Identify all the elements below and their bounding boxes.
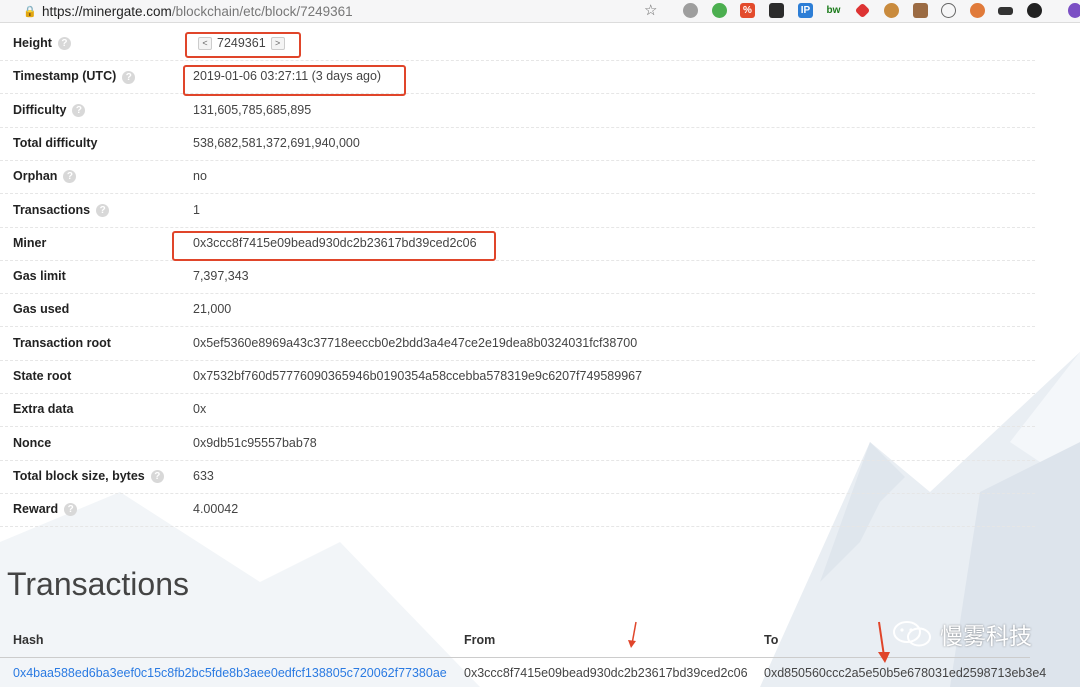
url-text[interactable]: https://minergate.com/blockchain/etc/blo…: [42, 4, 353, 19]
detail-label: Timestamp (UTC)?: [13, 60, 136, 93]
extension-circle-dark-icon[interactable]: [1027, 3, 1042, 18]
help-icon[interactable]: ?: [122, 70, 136, 84]
help-icon[interactable]: ?: [57, 37, 71, 51]
detail-value: 0x9db51c95557bab78: [193, 435, 317, 450]
height-highlight-box: [185, 32, 301, 58]
transactions-title: Transactions: [7, 566, 189, 602]
extension-node-icon[interactable]: [712, 3, 727, 18]
detail-row: Nonce 0x9db51c95557bab78: [0, 427, 1035, 461]
detail-label-text: Height: [13, 36, 52, 50]
extension-ring-icon[interactable]: [941, 3, 956, 18]
tx-to-address[interactable]: 0xd850560ccc2a5e50b5e678031ed2598713eb3e…: [764, 666, 1046, 680]
detail-value: 4.00042: [193, 502, 239, 517]
extension-grey-circle-icon[interactable]: [683, 3, 698, 18]
help-icon[interactable]: ?: [96, 203, 110, 217]
detail-row: Total block size, bytes? 633: [0, 460, 1035, 494]
detail-value: 538,682,581,372,691,940,000: [193, 135, 360, 150]
help-icon[interactable]: ?: [64, 503, 78, 517]
profile-avatar[interactable]: [1068, 3, 1080, 18]
extension-glasses-icon[interactable]: [998, 7, 1013, 15]
lock-icon: 🔒: [23, 5, 37, 18]
detail-label-text: Timestamp (UTC): [13, 69, 117, 84]
extension-cookie-icon[interactable]: [884, 3, 899, 18]
extension-hand-icon[interactable]: [913, 3, 928, 18]
wechat-icon: [893, 621, 931, 647]
column-header-from: From: [464, 633, 496, 647]
watermark: 慢雾科技: [892, 617, 1032, 651]
detail-row: Height? <7249361 >: [0, 27, 1035, 61]
extension-fox-icon[interactable]: [970, 3, 985, 18]
detail-label: Miner: [13, 227, 46, 260]
detail-row: Gas used 21,000: [0, 293, 1035, 328]
detail-label: Total block size, bytes?: [13, 460, 164, 493]
extension-dark-icon[interactable]: [769, 3, 784, 18]
detail-label-text: Difficulty: [13, 102, 67, 117]
detail-label-text: Transactions: [13, 202, 91, 217]
detail-label: Nonce: [13, 427, 51, 460]
detail-label: Difficulty?: [13, 94, 86, 127]
detail-value: 633: [193, 468, 214, 483]
detail-label-text: Transaction root: [13, 335, 111, 350]
detail-label-text: Miner: [13, 235, 47, 250]
detail-row: Difficulty? 131,605,785,685,895: [0, 94, 1035, 128]
detail-label-text: Extra data: [13, 402, 74, 417]
detail-label: Extra data: [13, 393, 73, 426]
detail-label: Orphan?: [13, 160, 77, 193]
detail-label: Reward?: [13, 493, 78, 526]
extension-bw-icon[interactable]: bw: [826, 3, 841, 18]
detail-value: no: [193, 169, 207, 184]
detail-value: 7,397,343: [193, 269, 249, 284]
help-icon[interactable]: ?: [72, 103, 86, 117]
detail-row: Orphan? no: [0, 160, 1035, 195]
detail-label: Total difficulty: [13, 127, 98, 160]
detail-label-text: Nonce: [13, 435, 52, 450]
detail-value: 0x7532bf760d57776090365946b0190354a58cce…: [193, 369, 643, 383]
detail-label-text: Reward: [13, 502, 59, 517]
column-header-to: To: [764, 633, 779, 647]
detail-label-text: Orphan: [13, 169, 58, 184]
detail-value: 1: [193, 202, 200, 217]
detail-row: Extra data 0x: [0, 393, 1035, 428]
detail-row: Timestamp (UTC)? 2019-01-06 03:27:11 (3 d…: [0, 60, 1035, 95]
detail-label-text: Total block size, bytes: [13, 468, 145, 483]
extension-percent-icon[interactable]: %: [740, 3, 755, 18]
detail-label: Transactions?: [13, 194, 110, 227]
tx-hash-link[interactable]: 0x4baa588ed6ba3eef0c15c8fb2bc5fde8b3aee0…: [13, 666, 447, 680]
miner-highlight-box: [172, 231, 496, 261]
detail-label-text: Gas used: [13, 302, 70, 317]
help-icon[interactable]: ?: [150, 470, 164, 484]
detail-label: State root: [13, 360, 71, 393]
detail-row: Miner 0x3ccc8f7415e09bead930dc2b23617bd39…: [0, 227, 1035, 261]
detail-label-text: Total difficulty: [13, 135, 98, 150]
detail-row: Reward? 4.00042: [0, 493, 1035, 528]
detail-label: Transaction root: [13, 327, 111, 360]
timestamp-highlight-box: [183, 65, 406, 96]
extension-ip-icon[interactable]: IP: [798, 3, 813, 18]
bookmark-star-icon[interactable]: ☆: [644, 1, 657, 19]
detail-row: Total difficulty 538,682,581,372,691,940,…: [0, 127, 1035, 161]
annotation-arrow-from-icon: [628, 621, 637, 648]
detail-label-text: Gas limit: [13, 269, 66, 284]
detail-value: 21,000: [193, 302, 232, 317]
detail-row: Transaction root 0x5ef5360e8969a43c37718e…: [0, 327, 1035, 361]
detail-label-text: State root: [13, 369, 72, 383]
column-header-hash: Hash: [13, 633, 44, 647]
detail-row: State root 0x7532bf760d57776090365946b019…: [0, 360, 1035, 394]
detail-label: Height?: [13, 27, 71, 60]
detail-value: 131,605,785,685,895: [193, 102, 312, 117]
detail-row: Transactions? 1: [0, 194, 1035, 228]
help-icon[interactable]: ?: [63, 170, 77, 184]
detail-value: 0x: [193, 402, 207, 417]
tx-from-address[interactable]: 0x3ccc8f7415e09bead930dc2b23617bd39ced2c…: [464, 666, 748, 680]
detail-label: Gas used: [13, 293, 69, 326]
detail-label: Gas limit: [13, 260, 66, 293]
annotation-arrow-to-icon: [878, 621, 890, 663]
detail-value: 0x5ef5360e8969a43c37718eeccb0e2bdd3a4e47…: [193, 335, 638, 350]
detail-row: Gas limit 7,397,343: [0, 260, 1035, 295]
